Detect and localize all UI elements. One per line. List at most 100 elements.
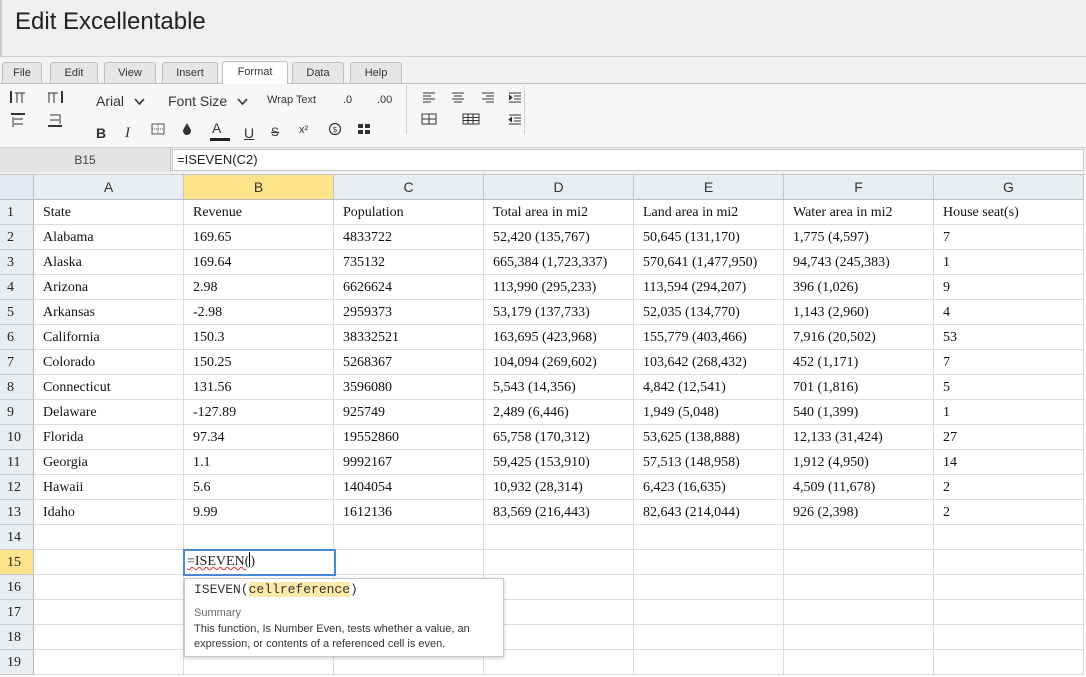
cell-f16[interactable] bbox=[784, 575, 934, 600]
cell-d5[interactable]: 53,179 (137,733) bbox=[484, 300, 634, 325]
cell-a18[interactable] bbox=[34, 625, 184, 650]
cell-f6[interactable]: 7,916 (20,502) bbox=[784, 325, 934, 350]
cell-b6[interactable]: 150.3 bbox=[184, 325, 334, 350]
cell-g4[interactable]: 9 bbox=[934, 275, 1084, 300]
cell-b4[interactable]: 2.98 bbox=[184, 275, 334, 300]
cell-f18[interactable] bbox=[784, 625, 934, 650]
cell-d16[interactable] bbox=[484, 575, 634, 600]
cell-e4[interactable]: 113,594 (294,207) bbox=[634, 275, 784, 300]
row-header-19[interactable]: 19 bbox=[0, 650, 34, 675]
wrap-text-button[interactable]: Wrap Text bbox=[267, 94, 316, 106]
cell-d3[interactable]: 665,384 (1,723,337) bbox=[484, 250, 634, 275]
cell-reference-box[interactable]: B15 bbox=[0, 148, 171, 172]
cell-c2[interactable]: 4833722 bbox=[334, 225, 484, 250]
strikethrough-button[interactable]: S bbox=[271, 125, 279, 139]
cell-a12[interactable]: Hawaii bbox=[34, 475, 184, 500]
cell-e15[interactable] bbox=[634, 550, 784, 575]
cell-editor[interactable]: =ISEVEN() bbox=[183, 549, 336, 576]
cell-e10[interactable]: 53,625 (138,888) bbox=[634, 425, 784, 450]
column-header-d[interactable]: D bbox=[484, 175, 634, 200]
cell-g3[interactable]: 1 bbox=[934, 250, 1084, 275]
cell-d9[interactable]: 2,489 (6,446) bbox=[484, 400, 634, 425]
cell-g1[interactable]: House seat(s) bbox=[934, 200, 1084, 225]
cell-e9[interactable]: 1,949 (5,048) bbox=[634, 400, 784, 425]
cell-b12[interactable]: 5.6 bbox=[184, 475, 334, 500]
cell-e11[interactable]: 57,513 (148,958) bbox=[634, 450, 784, 475]
cell-b13[interactable]: 9.99 bbox=[184, 500, 334, 525]
row-header-18[interactable]: 18 bbox=[0, 625, 34, 650]
column-header-c[interactable]: C bbox=[334, 175, 484, 200]
cell-a8[interactable]: Connecticut bbox=[34, 375, 184, 400]
cell-e1[interactable]: Land area in mi2 bbox=[634, 200, 784, 225]
formula-input[interactable]: =ISEVEN(C2) bbox=[172, 149, 1084, 171]
cell-c12[interactable]: 1404054 bbox=[334, 475, 484, 500]
cell-e7[interactable]: 103,642 (268,432) bbox=[634, 350, 784, 375]
cell-g18[interactable] bbox=[934, 625, 1084, 650]
cell-e8[interactable]: 4,842 (12,541) bbox=[634, 375, 784, 400]
row-header-11[interactable]: 11 bbox=[0, 450, 34, 475]
cell-a17[interactable] bbox=[34, 600, 184, 625]
align-center-icon[interactable] bbox=[449, 90, 467, 108]
insert-row-below-icon[interactable] bbox=[46, 112, 64, 130]
cell-c11[interactable]: 9992167 bbox=[334, 450, 484, 475]
superscript-button[interactable]: x² bbox=[299, 124, 308, 136]
cell-e19[interactable] bbox=[634, 650, 784, 675]
increase-decimal-button[interactable]: .00 bbox=[377, 94, 392, 106]
cell-f15[interactable] bbox=[784, 550, 934, 575]
cell-f4[interactable]: 396 (1,026) bbox=[784, 275, 934, 300]
cell-f8[interactable]: 701 (1,816) bbox=[784, 375, 934, 400]
cell-b3[interactable]: 169.64 bbox=[184, 250, 334, 275]
font-color-button[interactable]: A bbox=[210, 120, 230, 141]
cell-d10[interactable]: 65,758 (170,312) bbox=[484, 425, 634, 450]
cell-d13[interactable]: 83,569 (216,443) bbox=[484, 500, 634, 525]
cell-f9[interactable]: 540 (1,399) bbox=[784, 400, 934, 425]
cell-g10[interactable]: 27 bbox=[934, 425, 1084, 450]
cell-e5[interactable]: 52,035 (134,770) bbox=[634, 300, 784, 325]
cell-a16[interactable] bbox=[34, 575, 184, 600]
insert-column-right-icon[interactable] bbox=[46, 89, 64, 107]
cell-f11[interactable]: 1,912 (4,950) bbox=[784, 450, 934, 475]
cell-d14[interactable] bbox=[484, 525, 634, 550]
cell-g15[interactable] bbox=[934, 550, 1084, 575]
cell-f1[interactable]: Water area in mi2 bbox=[784, 200, 934, 225]
row-header-16[interactable]: 16 bbox=[0, 575, 34, 600]
menu-data[interactable]: Data bbox=[292, 62, 344, 83]
row-header-2[interactable]: 2 bbox=[0, 225, 34, 250]
cell-f13[interactable]: 926 (2,398) bbox=[784, 500, 934, 525]
cell-d7[interactable]: 104,094 (269,602) bbox=[484, 350, 634, 375]
cell-b14[interactable] bbox=[184, 525, 334, 550]
cell-b7[interactable]: 150.25 bbox=[184, 350, 334, 375]
row-header-3[interactable]: 3 bbox=[0, 250, 34, 275]
cell-g5[interactable]: 4 bbox=[934, 300, 1084, 325]
cell-b10[interactable]: 97.34 bbox=[184, 425, 334, 450]
cell-a14[interactable] bbox=[34, 525, 184, 550]
cell-d4[interactable]: 113,990 (295,233) bbox=[484, 275, 634, 300]
cell-e16[interactable] bbox=[634, 575, 784, 600]
cell-f10[interactable]: 12,133 (31,424) bbox=[784, 425, 934, 450]
cell-e17[interactable] bbox=[634, 600, 784, 625]
cell-b9[interactable]: -127.89 bbox=[184, 400, 334, 425]
cell-d1[interactable]: Total area in mi2 bbox=[484, 200, 634, 225]
row-header-12[interactable]: 12 bbox=[0, 475, 34, 500]
cell-g9[interactable]: 1 bbox=[934, 400, 1084, 425]
cell-a2[interactable]: Alabama bbox=[34, 225, 184, 250]
cell-b5[interactable]: -2.98 bbox=[184, 300, 334, 325]
cell-c9[interactable]: 925749 bbox=[334, 400, 484, 425]
cell-c13[interactable]: 1612136 bbox=[334, 500, 484, 525]
cell-f19[interactable] bbox=[784, 650, 934, 675]
cell-c15[interactable] bbox=[334, 550, 484, 575]
cell-c14[interactable] bbox=[334, 525, 484, 550]
cell-e14[interactable] bbox=[634, 525, 784, 550]
cell-g17[interactable] bbox=[934, 600, 1084, 625]
merge-cells-icon[interactable] bbox=[355, 122, 373, 140]
cell-g16[interactable] bbox=[934, 575, 1084, 600]
decrease-decimal-button[interactable]: .0 bbox=[343, 94, 352, 106]
cell-d15[interactable] bbox=[484, 550, 634, 575]
row-header-7[interactable]: 7 bbox=[0, 350, 34, 375]
font-size-select[interactable]: Font Size bbox=[168, 93, 248, 109]
italic-button[interactable]: I bbox=[125, 125, 130, 142]
cell-a9[interactable]: Delaware bbox=[34, 400, 184, 425]
cell-g2[interactable]: 7 bbox=[934, 225, 1084, 250]
cell-a11[interactable]: Georgia bbox=[34, 450, 184, 475]
cell-f14[interactable] bbox=[784, 525, 934, 550]
